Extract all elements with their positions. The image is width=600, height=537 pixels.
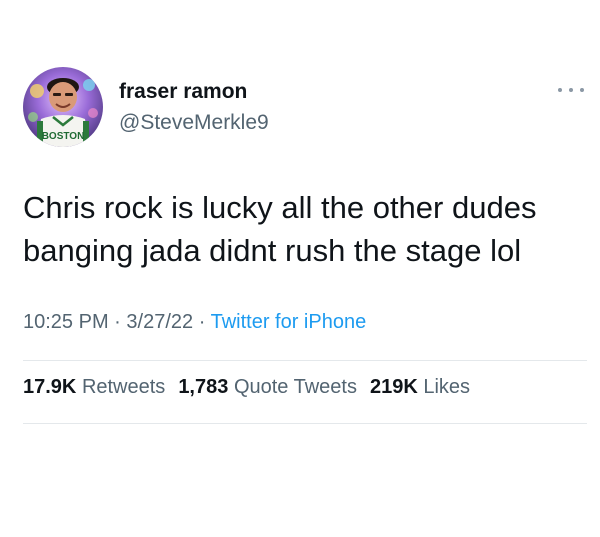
tweet-meta: 10:25 PM · 3/27/22 · Twitter for iPhone bbox=[23, 311, 366, 334]
divider bbox=[23, 360, 587, 361]
quote-tweets-label: Quote Tweets bbox=[233, 376, 357, 398]
likes-stat[interactable]: 219K Likes bbox=[370, 376, 470, 398]
svg-text:BOSTON: BOSTON bbox=[42, 131, 85, 142]
tweet-source[interactable]: Twitter for iPhone bbox=[211, 311, 367, 333]
retweets-count: 17.9K bbox=[23, 376, 77, 398]
more-options-icon[interactable] bbox=[558, 82, 584, 98]
tweet-time[interactable]: 10:25 PM bbox=[23, 311, 109, 333]
tweet-text-line: banging jada didnt rush the stage lol bbox=[23, 233, 522, 268]
avatar-image: BOSTON bbox=[23, 67, 103, 147]
tweet-stats: 17.9K Retweets 1,783 Quote Tweets 219K Lik… bbox=[23, 376, 483, 399]
meta-separator: · bbox=[198, 311, 206, 333]
tweet-text: Chris rock is lucky all the other dudes … bbox=[23, 186, 583, 272]
quote-tweets-stat[interactable]: 1,783 Quote Tweets bbox=[178, 376, 357, 398]
tweet-date[interactable]: 3/27/22 bbox=[126, 311, 193, 333]
divider bbox=[23, 423, 587, 424]
author-handle[interactable]: @SteveMerkle9 bbox=[119, 111, 269, 135]
dot-icon bbox=[569, 88, 573, 92]
tweet-text-line: Chris rock is lucky all the other dudes bbox=[23, 190, 537, 225]
retweets-stat[interactable]: 17.9K Retweets bbox=[23, 376, 165, 398]
dot-icon bbox=[558, 88, 562, 92]
likes-label: Likes bbox=[423, 376, 471, 398]
dot-icon bbox=[580, 88, 584, 92]
tweet-card: BOSTON fraser ramon @SteveMerkle9 Chris … bbox=[0, 0, 600, 537]
quote-tweets-count: 1,783 bbox=[178, 376, 229, 398]
likes-count: 219K bbox=[369, 376, 418, 398]
avatar[interactable]: BOSTON bbox=[23, 67, 103, 147]
author-name[interactable]: fraser ramon bbox=[119, 80, 247, 104]
meta-separator: · bbox=[114, 311, 121, 333]
retweets-label: Retweets bbox=[81, 376, 166, 398]
